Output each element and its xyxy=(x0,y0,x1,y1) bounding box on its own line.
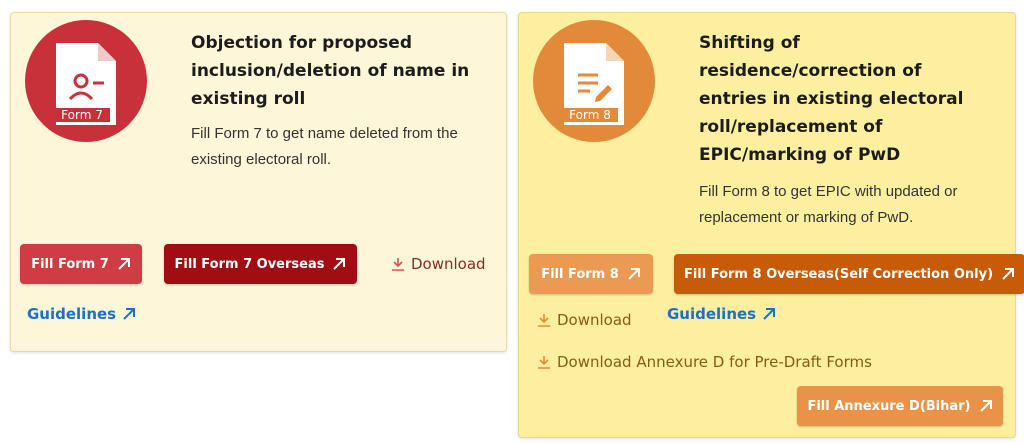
fill-form7-button[interactable]: Fill Form 7 xyxy=(20,244,142,284)
form8-guidelines-label: Guidelines xyxy=(667,305,757,323)
fill-form8-label: Fill Form 8 xyxy=(541,266,619,282)
download-icon xyxy=(537,313,551,327)
arrow-up-right-icon xyxy=(1001,267,1015,281)
form8-title: Shifting of residence/correction of entr… xyxy=(699,33,964,165)
download-icon xyxy=(391,257,405,271)
form7-emblem: Form 7 xyxy=(25,20,147,142)
fill-form7-overseas-label: Fill Form 7 Overseas xyxy=(174,256,325,272)
fill-form8-button[interactable]: Fill Form 8 xyxy=(529,254,653,294)
form8-download-link[interactable]: Download xyxy=(537,311,632,329)
form7-description: Fill Form 7 to get name deleted from the… xyxy=(191,125,458,168)
fill-annexure-d-bihar-label: Fill Annexure D(Bihar) xyxy=(807,398,971,414)
fill-form8-overseas-button[interactable]: Fill Form 8 Overseas(Self Correction Onl… xyxy=(674,254,1024,294)
form7-guidelines-label: Guidelines xyxy=(27,305,117,323)
form7-card: Form 7 Objection for proposed inclusion/… xyxy=(10,12,507,352)
form7-guidelines-link[interactable]: Guidelines xyxy=(27,305,136,323)
form7-title: Objection for proposed inclusion/deletio… xyxy=(191,33,470,109)
fill-form8-overseas-label: Fill Form 8 Overseas(Self Correction Onl… xyxy=(683,266,994,282)
form7-badge: Form 7 xyxy=(54,108,110,122)
fill-form7-overseas-button[interactable]: Fill Form 7 Overseas xyxy=(164,244,357,284)
form7-download-link[interactable]: Download xyxy=(391,255,486,273)
arrow-up-right-icon xyxy=(979,399,993,413)
arrow-up-right-icon xyxy=(762,307,776,321)
person-remove-document-icon: Form 7 xyxy=(52,41,118,127)
arrow-up-right-icon xyxy=(332,257,346,271)
fill-annexure-d-bihar-button[interactable]: Fill Annexure D(Bihar) xyxy=(797,386,1003,426)
arrow-up-right-icon xyxy=(122,307,136,321)
form8-guidelines-link[interactable]: Guidelines xyxy=(667,305,776,323)
form8-emblem: Form 8 xyxy=(533,20,655,142)
arrow-up-right-icon xyxy=(627,267,641,281)
arrow-up-right-icon xyxy=(117,257,131,271)
download-icon xyxy=(537,355,551,369)
edit-document-icon: Form 8 xyxy=(560,41,626,127)
annexure-d-download-label: Download Annexure D for Pre-Draft Forms xyxy=(557,353,872,371)
form8-card: Form 8 Shifting of residence/correction … xyxy=(518,12,1024,438)
form8-download-label: Download xyxy=(557,311,632,329)
form8-description: Fill Form 8 to get EPIC with updated or … xyxy=(699,183,958,226)
form7-download-label: Download xyxy=(411,255,486,273)
annexure-d-download-link[interactable]: Download Annexure D for Pre-Draft Forms xyxy=(537,353,872,371)
form8-badge: Form 8 xyxy=(562,108,618,122)
fill-form7-label: Fill Form 7 xyxy=(31,256,109,272)
